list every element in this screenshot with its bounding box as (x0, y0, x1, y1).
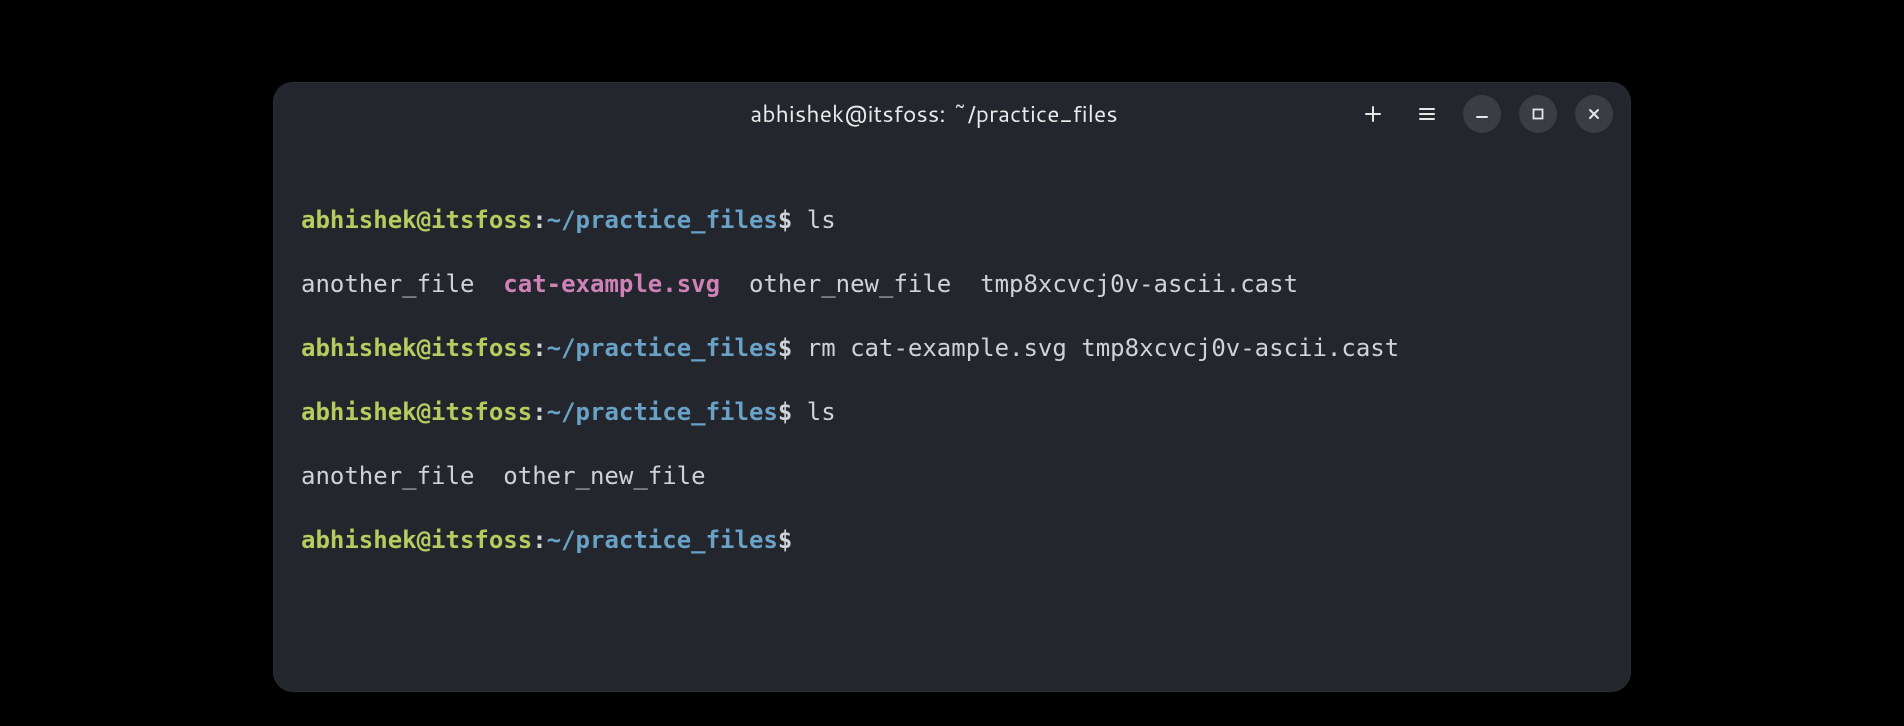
prompt-colon: : (532, 398, 546, 426)
prompt-colon: : (532, 334, 546, 362)
prompt-line: abhishek@itsfoss:~/practice_files$ (301, 524, 1603, 556)
prompt-dollar: $ (778, 334, 792, 362)
terminal-window: abhishek@itsfoss: ~/practice_files (273, 82, 1631, 692)
prompt-user: abhishek (301, 334, 417, 362)
prompt-line: abhishek@itsfoss:~/practice_files$ rm ca… (301, 332, 1603, 364)
minimize-icon (1474, 106, 1490, 122)
prompt-path: ~/practice_files (547, 206, 778, 234)
output-line: another_file other_new_file (301, 460, 1603, 492)
prompt-path: ~/practice_files (547, 398, 778, 426)
prompt-user: abhishek (301, 526, 417, 554)
ls-entry: other_new_file tmp8xcvcj0v-ascii.cast (720, 270, 1298, 298)
output-line: another_file cat-example.svg other_new_f… (301, 268, 1603, 300)
ls-entry-image: cat-example.svg (503, 270, 720, 298)
command-text: ls (792, 398, 835, 426)
prompt-colon: : (532, 526, 546, 554)
prompt-host: itsfoss (431, 206, 532, 234)
ls-entry: another_file (301, 270, 503, 298)
prompt-user: abhishek (301, 206, 417, 234)
prompt-dollar: $ (778, 398, 792, 426)
prompt-path: ~/practice_files (547, 334, 778, 362)
command-text: ls (792, 206, 835, 234)
prompt-dollar: $ (778, 526, 792, 554)
prompt-line: abhishek@itsfoss:~/practice_files$ ls (301, 396, 1603, 428)
hamburger-icon (1417, 104, 1437, 124)
close-button[interactable] (1575, 95, 1613, 133)
window-title: abhishek@itsfoss: ~/practice_files (273, 98, 1355, 130)
prompt-path: ~/practice_files (547, 526, 778, 554)
prompt-at: @ (417, 206, 431, 234)
prompt-colon: : (532, 206, 546, 234)
prompt-host: itsfoss (431, 526, 532, 554)
maximize-button[interactable] (1519, 95, 1557, 133)
close-icon (1586, 106, 1602, 122)
prompt-host: itsfoss (431, 398, 532, 426)
prompt-user: abhishek (301, 398, 417, 426)
prompt-line: abhishek@itsfoss:~/practice_files$ ls (301, 204, 1603, 236)
new-tab-button[interactable] (1355, 96, 1391, 132)
maximize-icon (1530, 106, 1546, 122)
window-controls (1355, 95, 1613, 133)
command-text (792, 526, 806, 554)
prompt-dollar: $ (778, 206, 792, 234)
minimize-button[interactable] (1463, 95, 1501, 133)
terminal-output[interactable]: abhishek@itsfoss:~/practice_files$ ls an… (273, 146, 1631, 692)
prompt-host: itsfoss (431, 334, 532, 362)
prompt-at: @ (417, 526, 431, 554)
prompt-at: @ (417, 398, 431, 426)
menu-button[interactable] (1409, 96, 1445, 132)
command-text: rm cat-example.svg tmp8xcvcj0v-ascii.cas… (792, 334, 1399, 362)
titlebar: abhishek@itsfoss: ~/practice_files (273, 82, 1631, 146)
plus-icon (1363, 104, 1383, 124)
prompt-at: @ (417, 334, 431, 362)
